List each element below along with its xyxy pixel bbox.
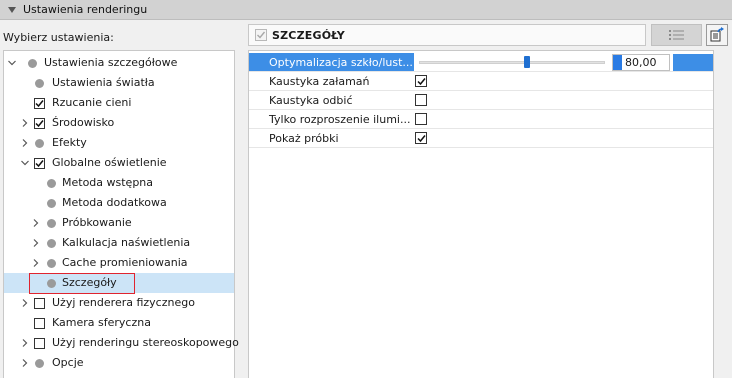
value-text: 80,00 bbox=[625, 56, 657, 69]
slider-track[interactable] bbox=[419, 61, 605, 64]
property-row-tylko-rozproszenie-ilumi[interactable]: Tylko rozproszenie ilumi... bbox=[249, 110, 713, 129]
tree-dot-icon bbox=[47, 178, 56, 188]
property-label: Tylko rozproszenie ilumi... bbox=[269, 113, 411, 126]
tree-checkbox[interactable] bbox=[34, 297, 45, 309]
chevron-right-icon[interactable] bbox=[20, 118, 30, 128]
details-properties: Optymalizacja szkło/lust... 80,00 Kaustyka… bbox=[248, 50, 714, 378]
tree-item-label: Użyj renderingu stereoskopowego bbox=[52, 336, 239, 349]
chevron-right-icon[interactable] bbox=[20, 138, 30, 148]
tree-item-label: Efekty bbox=[52, 136, 87, 149]
chevron-right-icon[interactable] bbox=[31, 218, 41, 228]
tree-item-kamera-sferyczna[interactable]: Kamera sferyczna bbox=[4, 313, 234, 333]
property-checkbox[interactable] bbox=[415, 132, 427, 144]
tree-item-uzyj-renderera-fizycznego[interactable]: Użyj renderera fizycznego bbox=[4, 293, 234, 313]
tree-dot-icon bbox=[28, 58, 37, 68]
property-label: Kaustyka załamań bbox=[269, 75, 370, 88]
value-indicator bbox=[613, 55, 622, 70]
property-checkbox[interactable] bbox=[415, 113, 427, 125]
tree-item-label: Ustawienia szczegółowe bbox=[44, 56, 178, 69]
tree-dot-icon bbox=[47, 198, 56, 208]
tree-item-kalkulacja-naswietlenia[interactable]: Kalkulacja naświetlenia bbox=[4, 233, 234, 253]
tree-checkbox[interactable] bbox=[34, 97, 45, 109]
property-row-kaustyka-zalaman[interactable]: Kaustyka załamań bbox=[249, 72, 713, 91]
export-icon bbox=[710, 27, 724, 42]
tree-item-cache-promieniowania[interactable]: Cache promieniowania bbox=[4, 253, 234, 273]
tree-item-label: Rzucanie cieni bbox=[52, 96, 132, 109]
tree-item-ustawienia-szczegolowe[interactable]: Ustawienia szczegółowe bbox=[4, 53, 234, 73]
export-button[interactable] bbox=[706, 24, 728, 46]
tree-dot-icon bbox=[35, 138, 44, 148]
tree-item-label: Ustawienia światła bbox=[52, 76, 155, 89]
panel-titlebar[interactable]: Ustawienia renderingu bbox=[0, 0, 732, 20]
property-checkbox[interactable] bbox=[415, 94, 427, 106]
chevron-right-icon[interactable] bbox=[20, 358, 30, 368]
property-row-optymalizacja-szklo-lust[interactable]: Optymalizacja szkło/lust... 80,00 bbox=[249, 53, 713, 72]
property-label: Kaustyka odbić bbox=[269, 94, 353, 107]
details-header-checkbox[interactable] bbox=[255, 29, 267, 41]
property-checkbox[interactable] bbox=[415, 75, 427, 87]
tree-item-metoda-wstepna[interactable]: Metoda wstępna bbox=[4, 173, 234, 193]
scroll-strip bbox=[714, 50, 732, 378]
tree-checkbox[interactable] bbox=[34, 157, 45, 169]
property-label: Pokaż próbki bbox=[269, 132, 339, 145]
property-row-kaustyka-odbic[interactable]: Kaustyka odbić bbox=[249, 91, 713, 110]
tree-item-probkowanie[interactable]: Próbkowanie bbox=[4, 213, 234, 233]
tree-item-uzyj-renderingu-stereoskopowego[interactable]: Użyj renderingu stereoskopowego bbox=[4, 333, 239, 353]
tree-dot-icon bbox=[47, 238, 56, 248]
tree-item-srodowisko[interactable]: Środowisko bbox=[4, 113, 234, 133]
property-row-pokaz-probki[interactable]: Pokaż próbki bbox=[249, 129, 713, 148]
selection-highlight-outline bbox=[29, 273, 135, 294]
chevron-right-icon[interactable] bbox=[31, 258, 41, 268]
property-label: Optymalizacja szkło/lust... bbox=[269, 56, 413, 69]
tree-item-label: Kalkulacja naświetlenia bbox=[62, 236, 191, 249]
chevron-down-icon[interactable] bbox=[7, 58, 17, 68]
tree-checkbox[interactable] bbox=[34, 337, 45, 349]
list-view-button[interactable] bbox=[651, 24, 702, 46]
chevron-down-icon[interactable] bbox=[20, 158, 30, 168]
details-title: SZCZEGÓŁY bbox=[272, 28, 345, 42]
tree-dot-icon bbox=[35, 358, 44, 368]
chevron-right-icon[interactable] bbox=[20, 338, 30, 348]
tree-item-label: Użyj renderera fizycznego bbox=[52, 296, 195, 309]
tree-item-label: Globalne oświetlenie bbox=[52, 156, 167, 169]
settings-tree[interactable]: Ustawienia szczegółowe Ustawienia światła… bbox=[3, 50, 239, 378]
settings-picker-label: Wybierz ustawienia: bbox=[3, 31, 114, 44]
tree-item-opcje[interactable]: Opcje bbox=[4, 353, 234, 373]
chevron-right-icon[interactable] bbox=[31, 238, 41, 248]
tree-dot-icon bbox=[47, 218, 56, 228]
panel-title: Ustawienia renderingu bbox=[23, 3, 148, 16]
tree-item-label: Środowisko bbox=[52, 116, 115, 129]
tree-dot-icon bbox=[47, 258, 56, 268]
value-extension-highlight bbox=[673, 54, 713, 71]
tree-item-label: Metoda wstępna bbox=[62, 176, 154, 189]
chevron-right-icon[interactable] bbox=[20, 298, 30, 308]
list-icon bbox=[668, 30, 684, 40]
collapse-triangle-icon[interactable] bbox=[8, 6, 16, 13]
tree-item-label: Kamera sferyczna bbox=[52, 316, 151, 329]
tree-item-rzucanie-cieni[interactable]: Rzucanie cieni bbox=[4, 93, 234, 113]
slider-thumb[interactable] bbox=[523, 56, 530, 68]
tree-item-metoda-dodatkowa[interactable]: Metoda dodatkowa bbox=[4, 193, 234, 213]
tree-item-label: Opcje bbox=[52, 356, 84, 369]
tree-item-label: Metoda dodatkowa bbox=[62, 196, 167, 209]
tree-item-efekty[interactable]: Efekty bbox=[4, 133, 234, 153]
tree-dot-icon bbox=[35, 78, 44, 88]
tree-item-globalne-oswietlenie[interactable]: Globalne oświetlenie bbox=[4, 153, 234, 173]
details-header: SZCZEGÓŁY bbox=[248, 24, 646, 46]
tree-checkbox[interactable] bbox=[34, 317, 45, 329]
tree-checkbox[interactable] bbox=[34, 117, 45, 129]
tree-item-ustawienia-swiatla[interactable]: Ustawienia światła bbox=[4, 73, 234, 93]
tree-item-label: Cache promieniowania bbox=[62, 256, 188, 269]
value-input[interactable]: 80,00 bbox=[612, 54, 670, 71]
tree-item-label: Próbkowanie bbox=[62, 216, 132, 229]
